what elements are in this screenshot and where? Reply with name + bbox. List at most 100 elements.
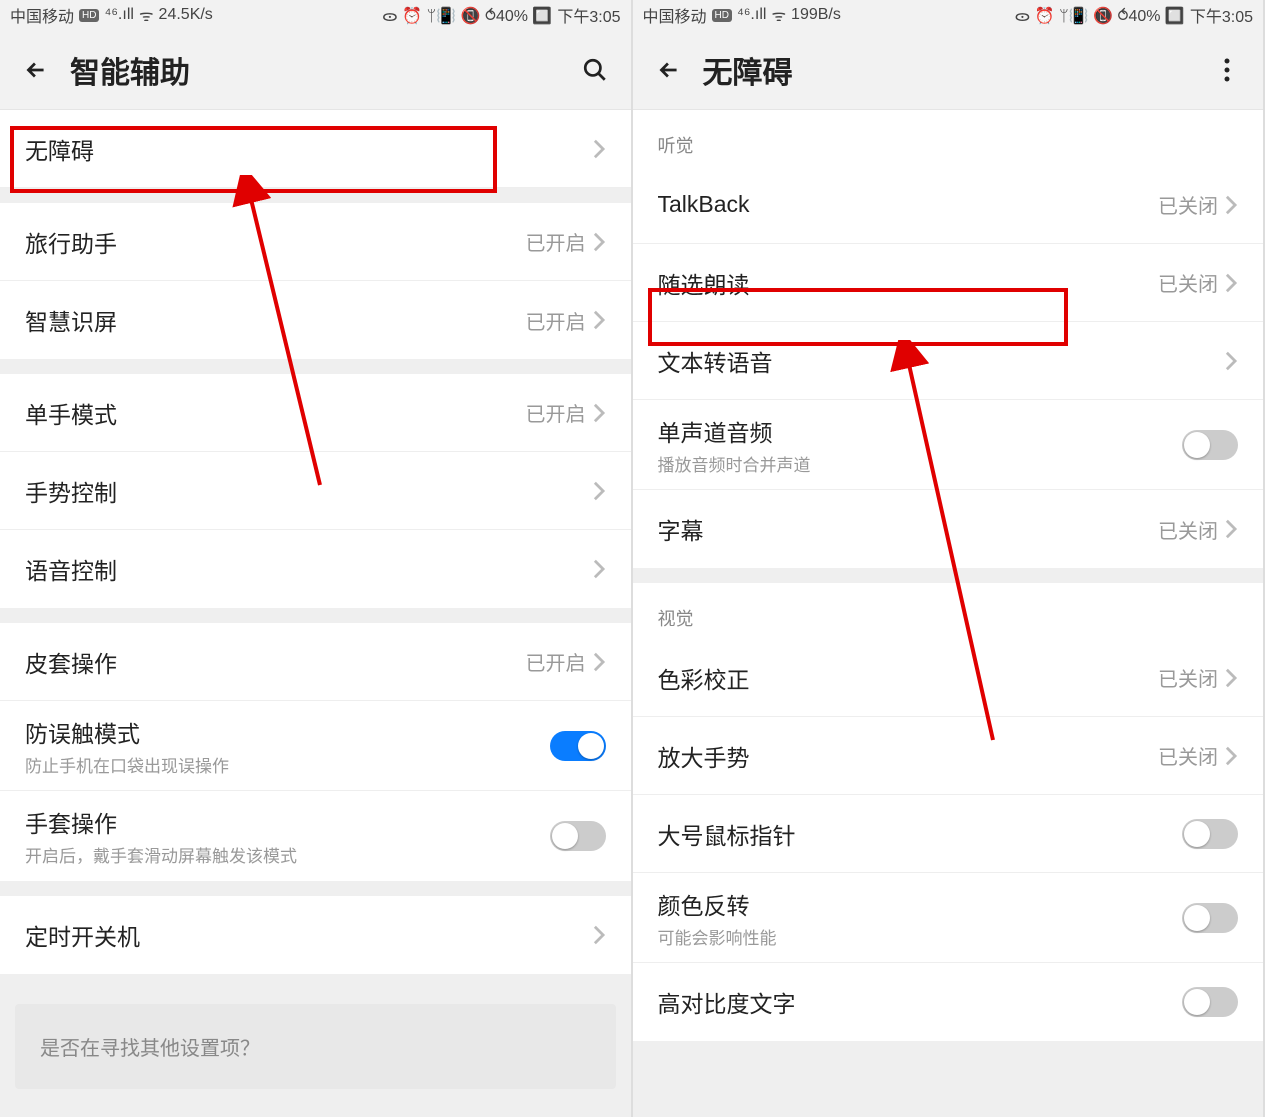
chevron-right-icon	[592, 651, 606, 673]
row-travel[interactable]: 旅行助手 已开启	[0, 203, 631, 281]
header: 智能辅助	[0, 30, 631, 110]
row-large-pointer[interactable]: 大号鼠标指针	[633, 795, 1264, 873]
row-label: 文本转语音	[658, 344, 1225, 378]
row-label: 语音控制	[25, 552, 592, 586]
row-label: 手势控制	[25, 474, 592, 508]
phone-left: 中国移动 HD ⁴⁶.ıll ᯤ 24.5K/s ᯣ ⏰ ᛘ📳 📵 ⥀40% 🔲…	[0, 0, 633, 1117]
carrier-label: 中国移动	[10, 3, 74, 27]
row-high-contrast[interactable]: 高对比度文字	[633, 963, 1264, 1041]
wifi-icon: ᯤ	[139, 4, 154, 26]
row-sublabel: 可能会影响性能	[658, 924, 1183, 949]
row-label: 旅行助手	[25, 225, 526, 259]
chevron-right-icon	[592, 480, 606, 502]
row-label: 防误触模式	[25, 715, 550, 749]
chevron-right-icon	[1224, 194, 1238, 216]
row-label: 皮套操作	[25, 645, 526, 679]
row-label: 放大手势	[658, 739, 1159, 773]
row-label: 定时开关机	[25, 918, 592, 952]
row-label: 无障碍	[25, 132, 592, 166]
row-sublabel: 开启后，戴手套滑动屏幕触发该模式	[25, 842, 550, 867]
row-label: 色彩校正	[658, 661, 1159, 695]
row-value: 已开启	[526, 227, 586, 256]
row-label: TalkBack	[658, 191, 1159, 218]
chevron-right-icon	[592, 138, 606, 160]
carrier-label: 中国移动	[643, 3, 707, 27]
row-label: 单声道音频	[658, 414, 1183, 448]
toggle-pointer[interactable]	[1182, 819, 1238, 849]
more-icon[interactable]	[1213, 56, 1241, 84]
row-value: 已开启	[526, 647, 586, 676]
speed-label: 199B/s	[791, 6, 841, 24]
page-title: 智能辅助	[70, 48, 561, 92]
row-gesture[interactable]: 手势控制	[0, 452, 631, 530]
row-accessibility[interactable]: 无障碍	[0, 110, 631, 188]
status-icons: ᯣ ⏰ ᛘ📳 📵 ⥀40% 🔲	[382, 4, 552, 26]
row-label: 颜色反转	[658, 887, 1183, 921]
row-label: 字幕	[658, 512, 1159, 546]
row-cover[interactable]: 皮套操作 已开启	[0, 623, 631, 701]
row-value: 已开启	[526, 306, 586, 335]
chevron-right-icon	[1224, 667, 1238, 689]
footer-search-hint: 是否在寻找其他设置项？	[15, 1004, 616, 1089]
row-value: 已关闭	[1158, 515, 1218, 544]
row-label: 大号鼠标指针	[658, 817, 1183, 851]
hd-badge: HD	[79, 9, 99, 22]
row-color-correction[interactable]: 色彩校正 已关闭	[633, 639, 1264, 717]
row-magnify[interactable]: 放大手势 已关闭	[633, 717, 1264, 795]
header: 无障碍	[633, 30, 1264, 110]
signal-icon: ⁴⁶.ıll	[104, 6, 133, 24]
toggle-glove[interactable]	[550, 821, 606, 851]
row-value: 已关闭	[1158, 268, 1218, 297]
row-caption[interactable]: 字幕 已关闭	[633, 490, 1264, 568]
row-value: 已关闭	[1158, 741, 1218, 770]
row-label: 单手模式	[25, 396, 526, 430]
row-smart-screen[interactable]: 智慧识屏 已开启	[0, 281, 631, 359]
row-label: 手套操作	[25, 805, 550, 839]
row-value: 已关闭	[1158, 663, 1218, 692]
row-mistouch[interactable]: 防误触模式 防止手机在口袋出现误操作	[0, 701, 631, 791]
section-hearing: 听觉	[633, 110, 1264, 166]
row-color-inversion[interactable]: 颜色反转 可能会影响性能	[633, 873, 1264, 963]
row-tts[interactable]: 文本转语音	[633, 322, 1264, 400]
back-button[interactable]	[655, 56, 683, 84]
toggle-mono[interactable]	[1182, 430, 1238, 460]
toggle-inversion[interactable]	[1182, 903, 1238, 933]
time-label: 下午3:05	[557, 3, 620, 27]
row-voice[interactable]: 语音控制	[0, 530, 631, 608]
row-sublabel: 防止手机在口袋出现误操作	[25, 752, 550, 777]
back-button[interactable]	[22, 56, 50, 84]
row-glove[interactable]: 手套操作 开启后，戴手套滑动屏幕触发该模式	[0, 791, 631, 881]
chevron-right-icon	[592, 309, 606, 331]
row-select-to-speak[interactable]: 随选朗读 已关闭	[633, 244, 1264, 322]
section-vision: 视觉	[633, 583, 1264, 639]
toggle-highcontrast[interactable]	[1182, 987, 1238, 1017]
row-sublabel: 播放音频时合并声道	[658, 451, 1183, 476]
row-onehand[interactable]: 单手模式 已开启	[0, 374, 631, 452]
chevron-right-icon	[1224, 350, 1238, 372]
row-value: 已开启	[526, 398, 586, 427]
row-label: 随选朗读	[658, 266, 1159, 300]
hd-badge: HD	[712, 9, 732, 22]
toggle-mistouch[interactable]	[550, 731, 606, 761]
status-bar: 中国移动 HD ⁴⁶.ıll ᯤ 24.5K/s ᯣ ⏰ ᛘ📳 📵 ⥀40% 🔲…	[0, 0, 631, 30]
chevron-right-icon	[592, 924, 606, 946]
phone-right: 中国移动 HD ⁴⁶.ıll ᯤ 199B/s ᯣ ⏰ ᛘ📳 📵 ⥀40% 🔲 …	[633, 0, 1265, 1117]
row-label: 智慧识屏	[25, 303, 526, 337]
speed-label: 24.5K/s	[159, 6, 213, 24]
chevron-right-icon	[592, 402, 606, 424]
row-talkback[interactable]: TalkBack 已关闭	[633, 166, 1264, 244]
row-scheduled-power[interactable]: 定时开关机	[0, 896, 631, 974]
search-icon[interactable]	[581, 56, 609, 84]
page-title: 无障碍	[703, 48, 1194, 92]
row-value: 已关闭	[1158, 190, 1218, 219]
row-mono-audio[interactable]: 单声道音频 播放音频时合并声道	[633, 400, 1264, 490]
status-icons: ᯣ ⏰ ᛘ📳 📵 ⥀40% 🔲	[1015, 4, 1185, 26]
row-label: 高对比度文字	[658, 985, 1183, 1019]
chevron-right-icon	[592, 231, 606, 253]
chevron-right-icon	[1224, 272, 1238, 294]
signal-icon: ⁴⁶.ıll	[737, 6, 766, 24]
chevron-right-icon	[592, 558, 606, 580]
chevron-right-icon	[1224, 745, 1238, 767]
wifi-icon: ᯤ	[771, 4, 786, 26]
time-label: 下午3:05	[1190, 3, 1253, 27]
